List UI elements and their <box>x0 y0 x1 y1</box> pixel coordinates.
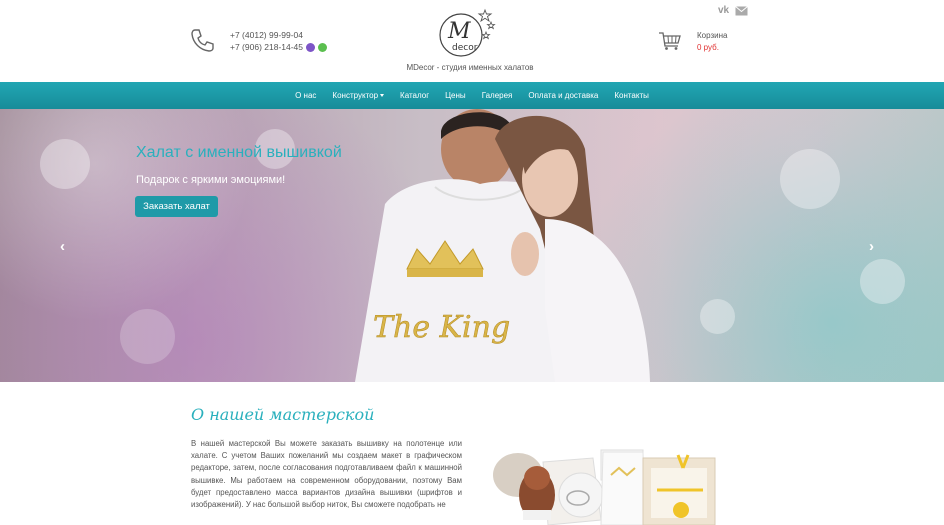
carousel-prev-icon[interactable]: ‹ <box>60 238 65 255</box>
nav-item-constructor-label: Конструктор <box>332 91 379 100</box>
cart-icon[interactable] <box>658 29 682 51</box>
whatsapp-icon[interactable] <box>318 42 328 52</box>
products-image <box>493 449 716 525</box>
phone-numbers: +7 (4012) 99-99-04 +7 (906) 218-14-45 <box>230 29 328 53</box>
hero-image: The King <box>355 109 650 382</box>
svg-text:The King: The King <box>373 310 510 345</box>
order-robe-button[interactable]: Заказать халат <box>135 196 218 217</box>
site-header: +7 (4012) 99-99-04 +7 (906) 218-14-45 M … <box>0 0 944 82</box>
hero-subtitle: Подарок с яркими эмоциями! <box>136 174 286 186</box>
site-tagline: MDecor - студия именных халатов <box>406 63 534 72</box>
cart-label: Корзина <box>697 31 728 40</box>
nav-item-about[interactable]: О нас <box>295 91 316 100</box>
hero-carousel: The King Халат с именной вышивкой Подаро… <box>0 109 944 382</box>
nav-item-constructor[interactable]: Конструктор <box>332 91 385 100</box>
cart-summary[interactable]: Корзина 0 руб. <box>697 30 727 54</box>
nav-item-catalog[interactable]: Каталог <box>400 91 429 100</box>
cart-price: 0 руб. <box>697 43 719 52</box>
svg-text:M: M <box>447 19 471 44</box>
nav-item-prices[interactable]: Цены <box>445 91 466 100</box>
hero-title: Халат с именной вышивкой <box>136 144 342 161</box>
phone-1[interactable]: +7 (4012) 99-99-04 <box>230 29 327 41</box>
viber-icon[interactable] <box>306 42 316 52</box>
vk-icon[interactable]: vk <box>718 5 729 16</box>
svg-text:decor: decor <box>452 43 478 53</box>
phone-icon <box>191 29 214 52</box>
mail-icon[interactable] <box>735 5 748 16</box>
nav-item-gallery[interactable]: Галерея <box>482 91 513 100</box>
main-nav: О нас Конструктор Каталог Цены Галерея О… <box>0 82 944 109</box>
nav-item-contacts[interactable]: Контакты <box>614 91 649 100</box>
site-logo[interactable]: M decor <box>436 5 496 61</box>
phone-2[interactable]: +7 (906) 218-14-45 <box>230 41 303 53</box>
carousel-next-icon[interactable]: › <box>869 238 874 255</box>
chevron-down-icon <box>380 94 385 98</box>
about-title: О нашей мастерской <box>191 405 375 424</box>
about-text: В нашей мастерской Вы можете заказать вы… <box>191 439 462 510</box>
nav-item-payment-delivery[interactable]: Оплата и доставка <box>528 91 598 100</box>
social-links: vk <box>718 5 748 16</box>
